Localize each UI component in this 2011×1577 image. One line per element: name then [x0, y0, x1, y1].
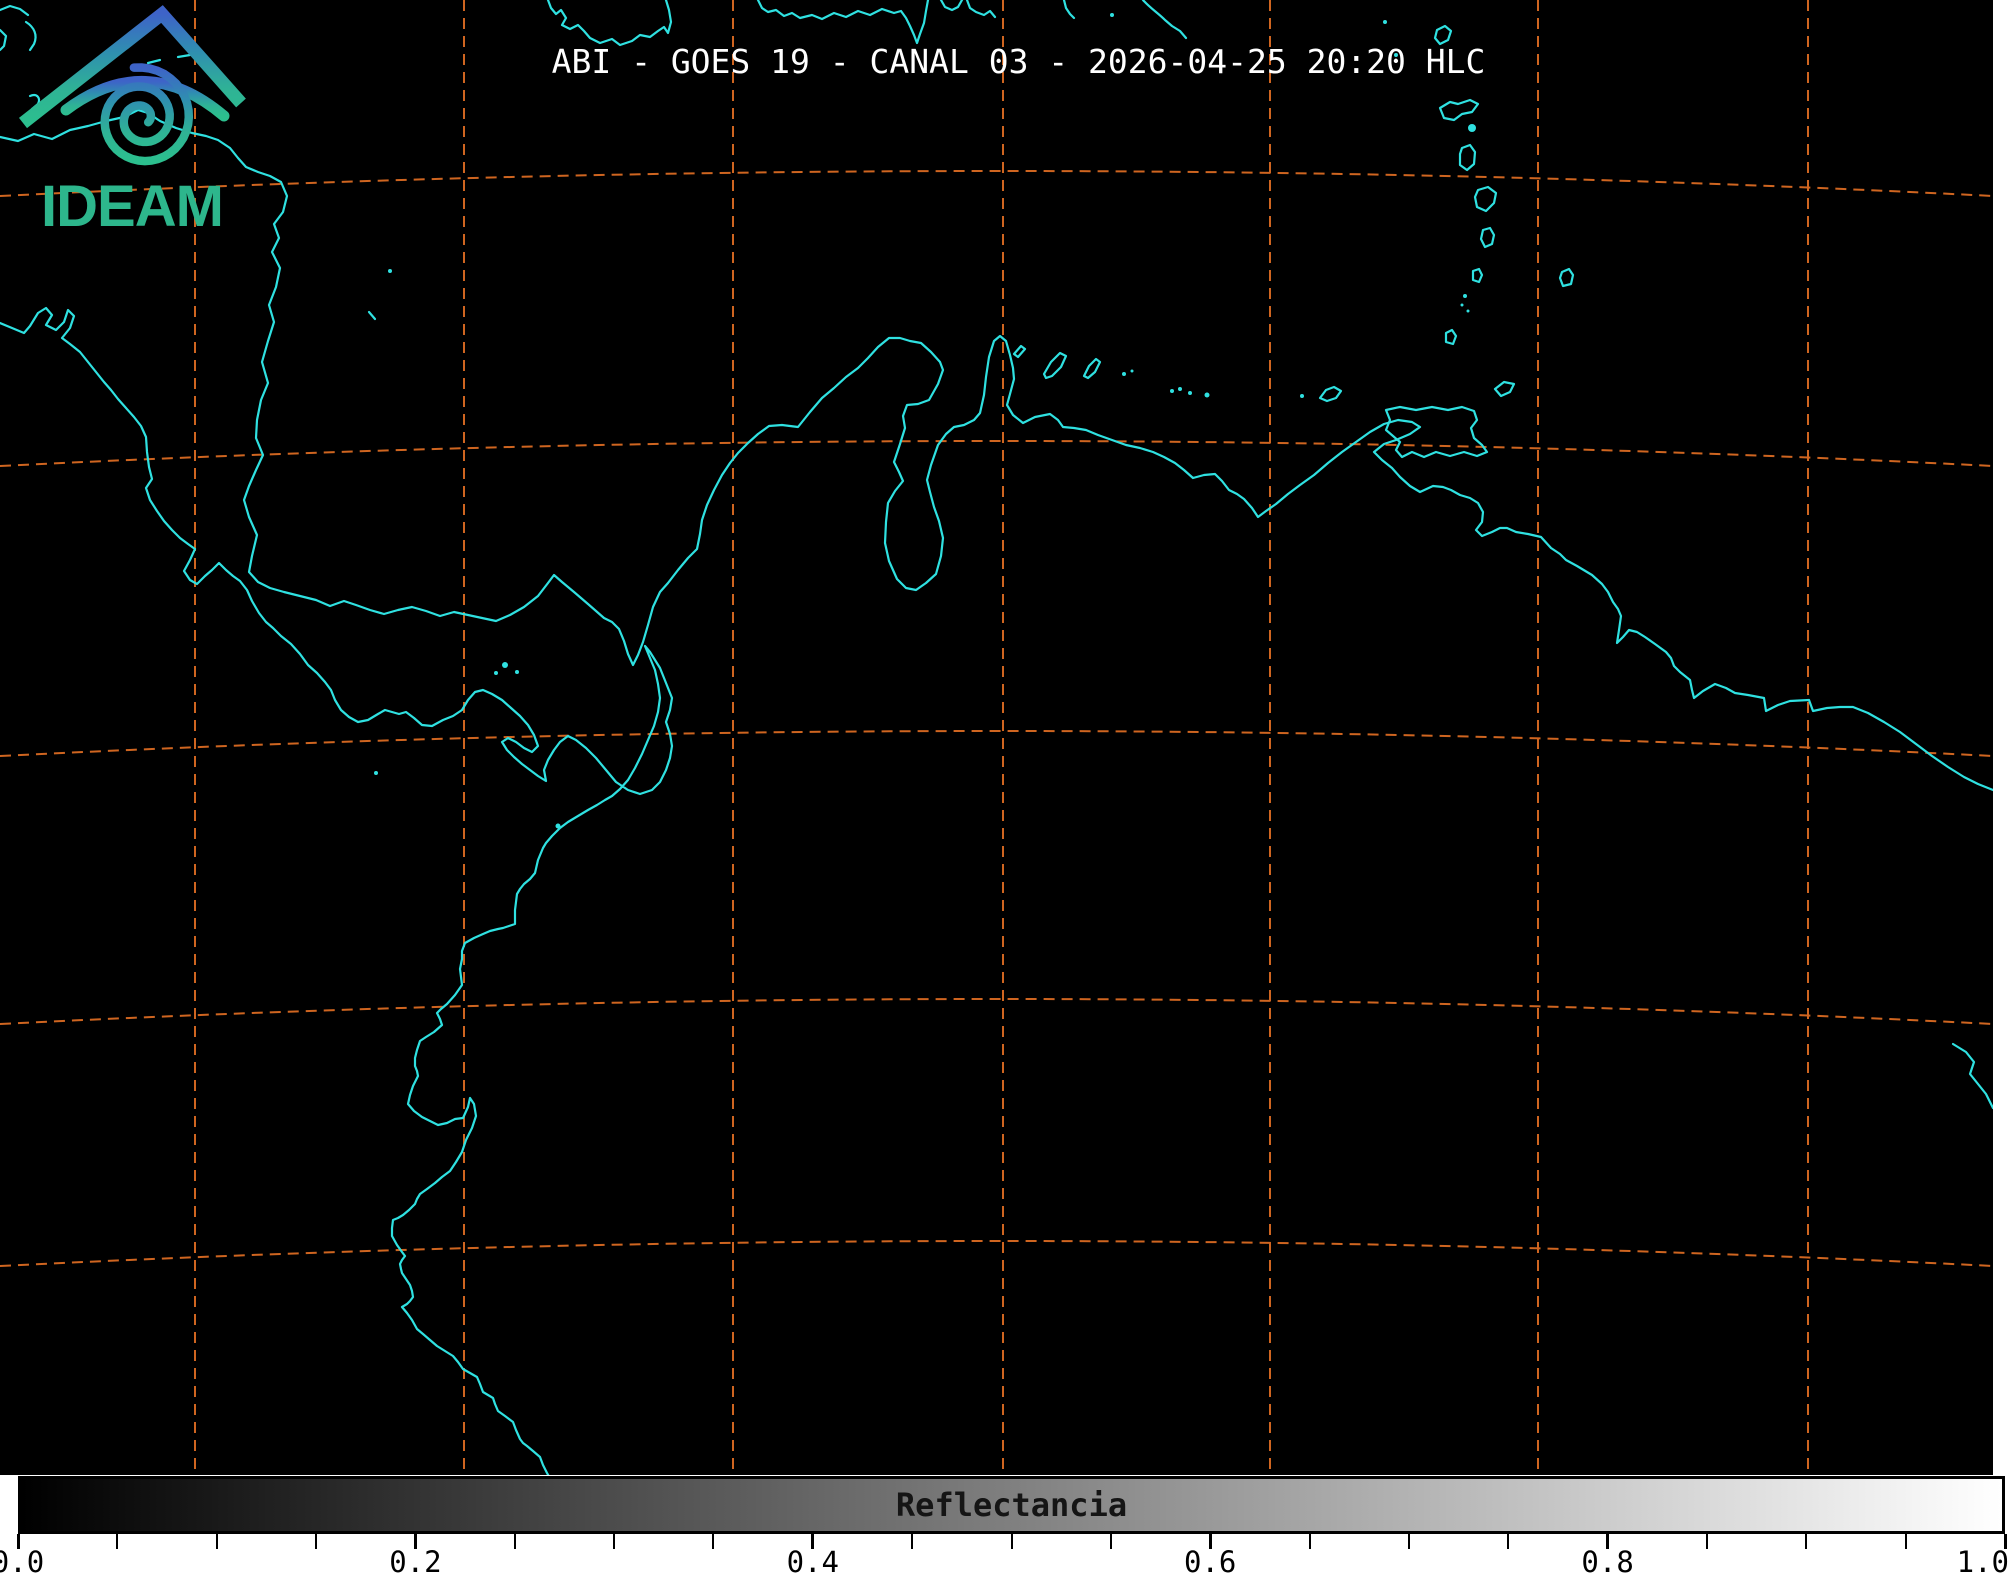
coastline-path — [369, 312, 375, 319]
gridline-horizontal — [0, 999, 1993, 1024]
ideam-logo: IDEAM — [0, 0, 270, 240]
colorbar-minor-tick — [315, 1534, 317, 1549]
island-dot — [1205, 393, 1210, 398]
island-dot — [1300, 394, 1304, 398]
coastline-path — [1473, 269, 1482, 282]
island-dot — [502, 662, 508, 668]
coastline-path — [941, 0, 962, 10]
coastline-path — [548, 0, 671, 45]
coastline-path — [1044, 353, 1066, 378]
island-dot — [1110, 13, 1114, 17]
colorbar-tick-label: 0.6 — [1184, 1545, 1236, 1577]
coastline-path — [1386, 407, 1487, 457]
coastline-path — [0, 308, 672, 1475]
coastline-path — [1440, 100, 1478, 120]
latlon-gridlines — [0, 0, 1993, 1475]
island-dot — [1170, 389, 1174, 393]
island-dot — [1468, 124, 1476, 132]
coastline-path — [1084, 359, 1100, 378]
coastline-path — [1475, 187, 1496, 211]
colorbar-minor-tick — [1309, 1534, 1311, 1549]
island-dot — [515, 670, 519, 674]
colorbar-minor-tick — [712, 1534, 714, 1549]
colorbar-minor-tick — [911, 1534, 913, 1549]
ideam-logo-text: IDEAM — [41, 174, 223, 239]
colorbar-tick-label: 1.0 — [1957, 1545, 2009, 1577]
island-dot — [1178, 387, 1182, 391]
coastline-path — [1953, 1044, 1993, 1108]
island-dot — [374, 771, 378, 775]
colorbar-minor-tick — [1905, 1534, 1907, 1549]
coastline-path — [1446, 330, 1456, 344]
colorbar-minor-tick — [1011, 1534, 1013, 1549]
coastline-path — [1495, 382, 1514, 396]
island-dot — [556, 824, 561, 829]
gridline-horizontal — [0, 731, 1993, 756]
island-dot — [1188, 391, 1192, 395]
colorbar-tick-label: 0.8 — [1581, 1545, 1633, 1577]
colorbar-minor-tick — [514, 1534, 516, 1549]
island-dot — [494, 671, 498, 675]
colorbar-tick-label: 0.2 — [389, 1545, 441, 1577]
island-dot — [1131, 370, 1134, 373]
coastline-path — [1481, 228, 1494, 247]
colorbar-minor-tick — [1507, 1534, 1509, 1549]
image-title: ABI - GOES 19 - CANAL 03 - 2026-04-25 20… — [0, 42, 2011, 81]
satellite-image-viewer: ABI - GOES 19 - CANAL 03 - 2026-04-25 20… — [0, 0, 2011, 1577]
coastline-path — [1560, 269, 1573, 286]
colorbar-minor-tick — [1706, 1534, 1708, 1549]
island-dot — [1122, 372, 1126, 376]
gridline-horizontal — [0, 171, 1993, 196]
coastline-path — [1014, 346, 1025, 357]
map-canvas: ABI - GOES 19 - CANAL 03 - 2026-04-25 20… — [0, 0, 2011, 1475]
coastline-path — [1460, 145, 1475, 170]
island-dot — [388, 269, 392, 273]
coastline-path — [758, 0, 928, 43]
colorbar-minor-tick — [1110, 1534, 1112, 1549]
island-dot — [1461, 304, 1464, 307]
coastline-path — [1320, 387, 1341, 401]
colorbar: Reflectancia — [18, 1476, 2005, 1534]
colorbar-minor-tick — [1805, 1534, 1807, 1549]
coastline-path — [1064, 0, 1074, 18]
island-dot — [1467, 310, 1470, 313]
colorbar-minor-tick — [1408, 1534, 1410, 1549]
coastline-path — [0, 110, 1993, 790]
colorbar-minor-tick — [116, 1534, 118, 1549]
colorbar-tick-label: 0.0 — [0, 1545, 44, 1577]
scan-edge-band — [1993, 0, 2011, 1475]
colorbar-label: Reflectancia — [21, 1479, 2002, 1531]
colorbar-tick-label: 0.4 — [787, 1545, 839, 1577]
colorbar-minor-tick — [216, 1534, 218, 1549]
gridline-horizontal — [0, 441, 1993, 466]
island-dot — [1463, 294, 1467, 298]
coastline-path — [1143, 0, 1186, 38]
gridline-horizontal — [0, 1241, 1993, 1266]
map-svg — [0, 0, 2011, 1475]
coastline-path — [967, 0, 995, 17]
colorbar-minor-tick — [613, 1534, 615, 1549]
island-dot — [1383, 20, 1387, 24]
